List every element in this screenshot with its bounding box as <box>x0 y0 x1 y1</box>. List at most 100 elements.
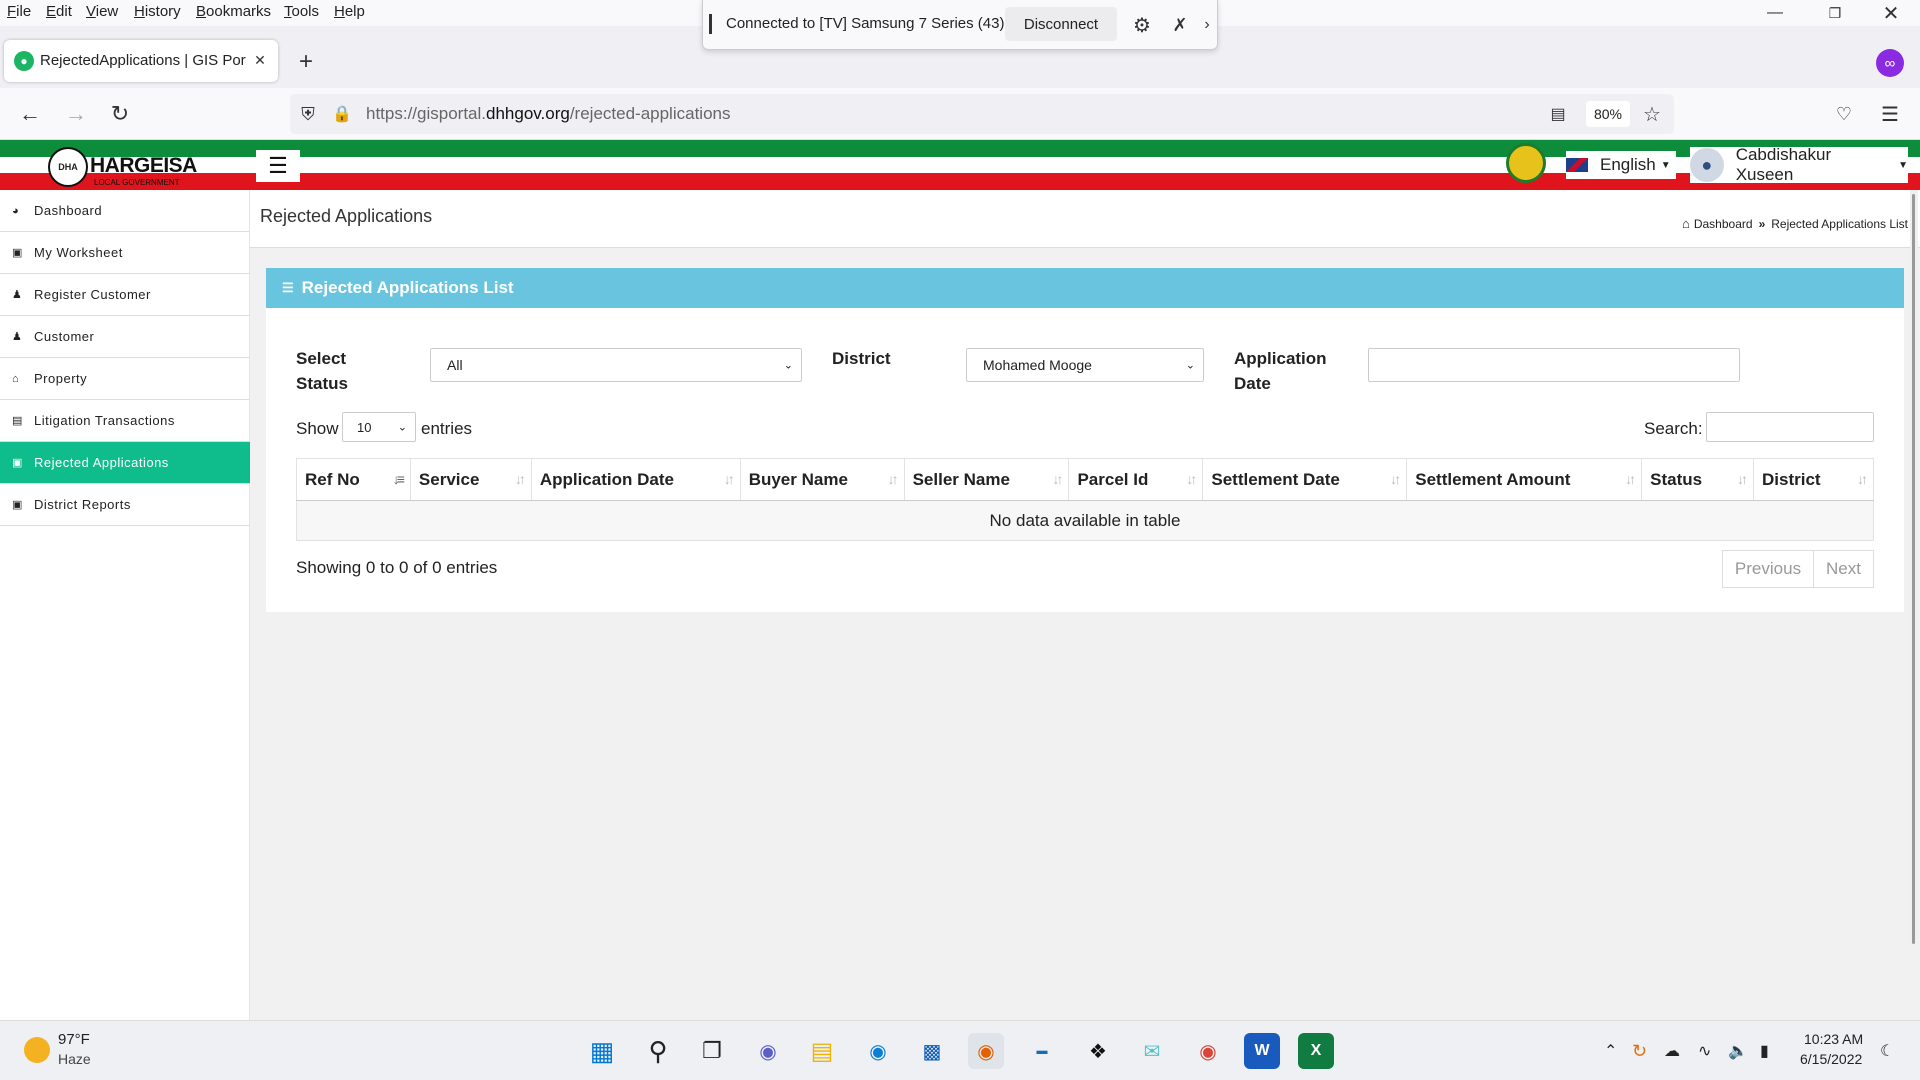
sidebar-item-label: District Reports <box>34 497 131 512</box>
battery-icon[interactable]: ▮ <box>1760 1041 1769 1061</box>
column-settlement-date[interactable]: Settlement Date ↓↑ <box>1202 458 1408 501</box>
district-select[interactable]: Mohamed Mooge ⌄ <box>966 348 1204 382</box>
lock-icon[interactable]: 🔒 <box>330 102 354 126</box>
restore-icon[interactable]: ❐ <box>1820 2 1850 24</box>
sidebar-item-my-worksheet[interactable]: ▣ My Worksheet <box>0 232 250 274</box>
menu-tools[interactable]: Tools <box>284 3 319 20</box>
dropbox-icon[interactable]: ❖ <box>1080 1033 1116 1069</box>
sort-asc-icon: ↓≡ <box>392 471 405 487</box>
volume-icon[interactable]: 🔈 <box>1728 1041 1748 1061</box>
sidebar-item-label: My Worksheet <box>34 245 123 260</box>
reload-icon[interactable]: ↻ <box>106 100 134 128</box>
back-icon[interactable]: ← <box>16 100 44 128</box>
hamburger-menu-icon[interactable]: ☰ <box>1876 100 1904 128</box>
private-mode-icon[interactable]: ∞ <box>1876 49 1904 77</box>
weather-temp[interactable]: 97°F <box>58 1031 90 1048</box>
close-tab-icon[interactable]: ✕ <box>250 50 270 70</box>
next-page-button[interactable]: Next <box>1813 550 1874 588</box>
menu-edit[interactable]: Edit <box>46 3 72 20</box>
file-explorer-icon[interactable]: ▤ <box>804 1033 840 1069</box>
disconnect-button[interactable]: Disconnect <box>1005 7 1117 41</box>
amazon-icon[interactable]: ▬ <box>1024 1033 1060 1069</box>
menu-view[interactable]: View <box>86 3 118 20</box>
close-window-icon[interactable]: ✕ <box>1876 0 1906 26</box>
search-icon[interactable]: ⚲ <box>640 1033 676 1069</box>
bookmark-star-icon[interactable]: ☆ <box>1640 102 1664 126</box>
zoom-level-button[interactable]: 80% <box>1586 101 1630 127</box>
column-parcel-id[interactable]: Parcel Id ↓↑ <box>1068 458 1204 501</box>
column-label: Buyer Name <box>748 469 848 489</box>
forward-icon[interactable]: → <box>62 100 90 128</box>
column-district[interactable]: District ↓↑ <box>1753 458 1874 501</box>
weather-desc[interactable]: Haze <box>58 1051 91 1067</box>
chat-icon[interactable]: ◉ <box>750 1033 786 1069</box>
sidebar-item-district-reports[interactable]: ▣ District Reports <box>0 484 250 526</box>
excel-icon[interactable]: X <box>1298 1033 1334 1069</box>
application-date-input[interactable] <box>1368 348 1740 382</box>
url-text[interactable]: https://gisportal.dhhgov.org/rejected-ap… <box>366 104 730 124</box>
search-input[interactable] <box>1706 412 1874 442</box>
sidebar-item-litigation-transactions[interactable]: ▤ Litigation Transactions <box>0 400 250 442</box>
unpin-icon[interactable]: ✗ <box>1167 12 1193 38</box>
reader-view-icon[interactable]: ▤ <box>1546 102 1570 126</box>
cloud-icon[interactable]: ☁ <box>1664 1041 1680 1061</box>
scrollbar-thumb[interactable] <box>1912 194 1915 944</box>
sort-icon: ↓↑ <box>1390 471 1401 487</box>
emblem-icon <box>1506 143 1546 183</box>
sidebar-item-property[interactable]: ⌂ Property <box>0 358 250 400</box>
sidebar-item-rejected-applications[interactable]: ▣ Rejected Applications <box>0 442 250 484</box>
column-service[interactable]: Service ↓↑ <box>409 458 532 501</box>
breadcrumb: ⌂ Dashboard » Rejected Applications List <box>1682 216 1908 231</box>
column-status[interactable]: Status ↓↑ <box>1641 458 1755 501</box>
user-menu[interactable]: ● Cabdishakur Xuseen ▼ <box>1690 145 1908 184</box>
entries-length-select[interactable]: 10 ⌄ <box>342 412 416 442</box>
column-buyer-name[interactable]: Buyer Name ↓↑ <box>739 458 905 501</box>
cast-status-text: Connected to [TV] Samsung 7 Series (43) <box>726 15 1005 32</box>
scrollbar-track[interactable] <box>1910 190 1918 950</box>
url-bar[interactable]: ⛨ 🔒 https://gisportal.dhhgov.org/rejecte… <box>290 94 1674 134</box>
rejected-applications-panel: ☰ Rejected Applications List Select Stat… <box>266 268 1904 612</box>
mail-icon[interactable]: ✉ <box>1134 1033 1170 1069</box>
windows-start-icon[interactable]: ▦ <box>584 1033 620 1069</box>
menu-help[interactable]: Help <box>334 3 365 20</box>
word-icon[interactable]: W <box>1244 1033 1280 1069</box>
minimize-icon[interactable]: — <box>1760 2 1790 24</box>
chevron-up-icon[interactable]: ⌃ <box>1604 1041 1617 1061</box>
task-view-icon[interactable]: ❐ <box>694 1033 730 1069</box>
clock-time[interactable]: 10:23 AM <box>1804 1031 1863 1047</box>
app-logo[interactable]: DHA HARGEISA LOCAL GOVERNMENT <box>48 144 204 187</box>
chevron-right-icon[interactable]: › <box>1199 12 1215 38</box>
sidebar-item-dashboard[interactable]: ◕ Dashboard <box>0 190 250 232</box>
status-select[interactable]: All ⌄ <box>430 348 802 382</box>
firefox-icon[interactable]: ◉ <box>968 1033 1004 1069</box>
new-tab-icon[interactable]: + <box>292 48 320 76</box>
column-application-date[interactable]: Application Date ↓↑ <box>530 458 741 501</box>
column-seller-name[interactable]: Seller Name ↓↑ <box>903 458 1070 501</box>
previous-page-button[interactable]: Previous <box>1722 550 1814 588</box>
table-header-row: Ref No ↓≡ Service ↓↑ Application Date ↓↑ Bu… <box>296 458 1874 501</box>
menu-history[interactable]: History <box>134 3 181 20</box>
menu-bookmarks[interactable]: Bookmarks <box>196 3 271 20</box>
sync-icon[interactable]: ↻ <box>1632 1041 1647 1062</box>
sidebar-toggle-icon[interactable]: ☰ <box>256 150 300 182</box>
chrome-icon[interactable]: ◉ <box>1190 1033 1226 1069</box>
column-settlement-amount[interactable]: Settlement Amount ↓↑ <box>1406 458 1643 501</box>
browser-tab-active[interactable]: ● RejectedApplications | GIS Porta ✕ <box>4 40 278 82</box>
sidebar-item-customer[interactable]: ♟ Customer <box>0 316 250 358</box>
pocket-icon[interactable]: ♡ <box>1830 100 1858 128</box>
sort-icon: ↓↑ <box>1625 471 1636 487</box>
column-ref-no[interactable]: Ref No ↓≡ <box>296 458 411 501</box>
language-dropdown[interactable]: English ▼ <box>1566 151 1676 179</box>
weather-icon[interactable] <box>24 1037 50 1063</box>
notifications-icon[interactable]: ☾ <box>1880 1041 1894 1061</box>
menu-file[interactable]: File <box>7 3 31 20</box>
edge-icon[interactable]: ◉ <box>860 1033 896 1069</box>
wifi-icon[interactable]: ∿ <box>1698 1041 1711 1061</box>
store-icon[interactable]: ▩ <box>914 1033 950 1069</box>
shield-icon[interactable]: ⛨ <box>296 102 320 126</box>
breadcrumb-home[interactable]: Dashboard <box>1694 217 1753 231</box>
sort-icon: ↓↑ <box>887 471 899 487</box>
sidebar-item-register-customer[interactable]: ♟ Register Customer <box>0 274 250 316</box>
clock-date[interactable]: 6/15/2022 <box>1800 1051 1862 1067</box>
gear-icon[interactable]: ⚙ <box>1129 12 1155 38</box>
